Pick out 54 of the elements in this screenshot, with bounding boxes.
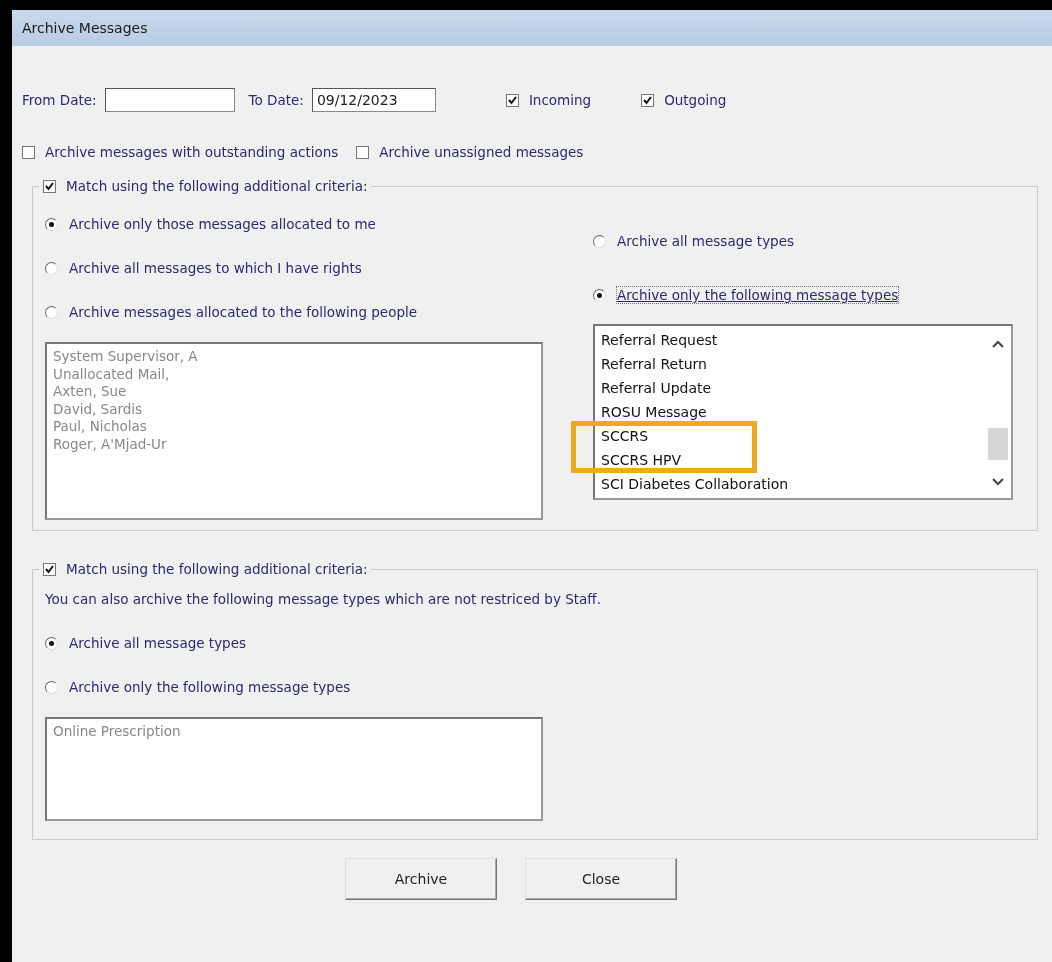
field-label: To Date: [248,92,304,108]
radio-button[interactable] [45,217,58,231]
checkbox-label: Archive unassigned messages [379,144,584,160]
scroll-up-icon[interactable] [992,340,1004,348]
radio-label: Archive all message types [617,233,795,249]
radio-label: Archive only the following message types [617,287,899,303]
scroll-down-icon[interactable] [992,478,1004,486]
list-item[interactable]: SCCRS HPV [601,448,682,472]
list-item[interactable]: Roger, A'Mjad-Ur [53,435,167,453]
radio-label: Archive all messages to which I have rights [69,260,362,276]
from-date-field[interactable] [104,88,235,112]
scrollbar-thumb[interactable] [988,428,1008,460]
checkbox[interactable] [43,562,56,576]
list-item[interactable]: SCCRS [601,424,649,448]
people-list[interactable]: System Supervisor, A Unallocated Mail, Axten, Sue David, Sardis Paul, Nicholas Roger, A'Mjad-Ur [45,342,543,520]
checkbox-label: Incoming [528,92,592,108]
list-item[interactable]: SCI Diabetes Collaboration [601,472,789,496]
checkbox-label: Archive messages with outstanding actions [45,144,339,160]
info-text: You can also archive the following message types which are not restriced by Staff. [45,591,602,607]
list-item[interactable]: Referral Request [601,328,718,352]
list-item[interactable]: Unallocated Mail, [53,365,170,383]
radio-button[interactable] [45,261,58,275]
radio-button[interactable] [593,234,606,248]
list-item[interactable]: David, Sardis [53,400,143,418]
group-legend: Match using the following additional criteria: [66,178,368,194]
list-item[interactable]: Referral Update [601,376,712,400]
radio-label: Archive only those messages allocated to me [69,216,376,232]
checkbox[interactable] [505,93,519,107]
checkbox-label: Outgoing [664,92,727,108]
radio-button[interactable] [593,288,606,302]
checkbox[interactable] [22,145,35,159]
radio-button[interactable] [45,305,58,319]
field-label: From Date: [22,92,97,108]
list-item[interactable]: Referral Return [601,352,707,376]
message-type-list[interactable]: Referral Request Referral Return Referral Update ROSU Message SCCRS SCCRS HPV SCI Diabetes Collaboration [593,324,1013,500]
list-item[interactable]: Paul, Nicholas [53,418,147,436]
radio-button[interactable] [45,680,58,694]
close-button[interactable]: Close [525,858,677,900]
list-item[interactable]: System Supervisor, A [53,348,198,366]
to-date-field[interactable]: 09/12/2023 [311,88,436,112]
list-item[interactable]: ROSU Message [601,400,707,424]
checkbox[interactable] [43,179,56,193]
list-item[interactable]: Axten, Sue [53,383,127,401]
archive-button[interactable]: Archive [345,858,497,900]
message-type-list[interactable]: Online Prescription [45,717,543,821]
group-legend: Match using the following additional criteria: [66,561,368,577]
radio-label: Archive messages allocated to the following people [69,304,418,320]
checkbox[interactable] [356,145,370,159]
radio-button[interactable] [45,636,58,650]
radio-label: Archive only the following message types [69,679,351,695]
list-item[interactable]: Online Prescription [53,723,181,741]
window-title: Archive Messages [22,20,148,36]
checkbox[interactable] [641,93,655,107]
radio-label: Archive all message types [69,635,247,651]
